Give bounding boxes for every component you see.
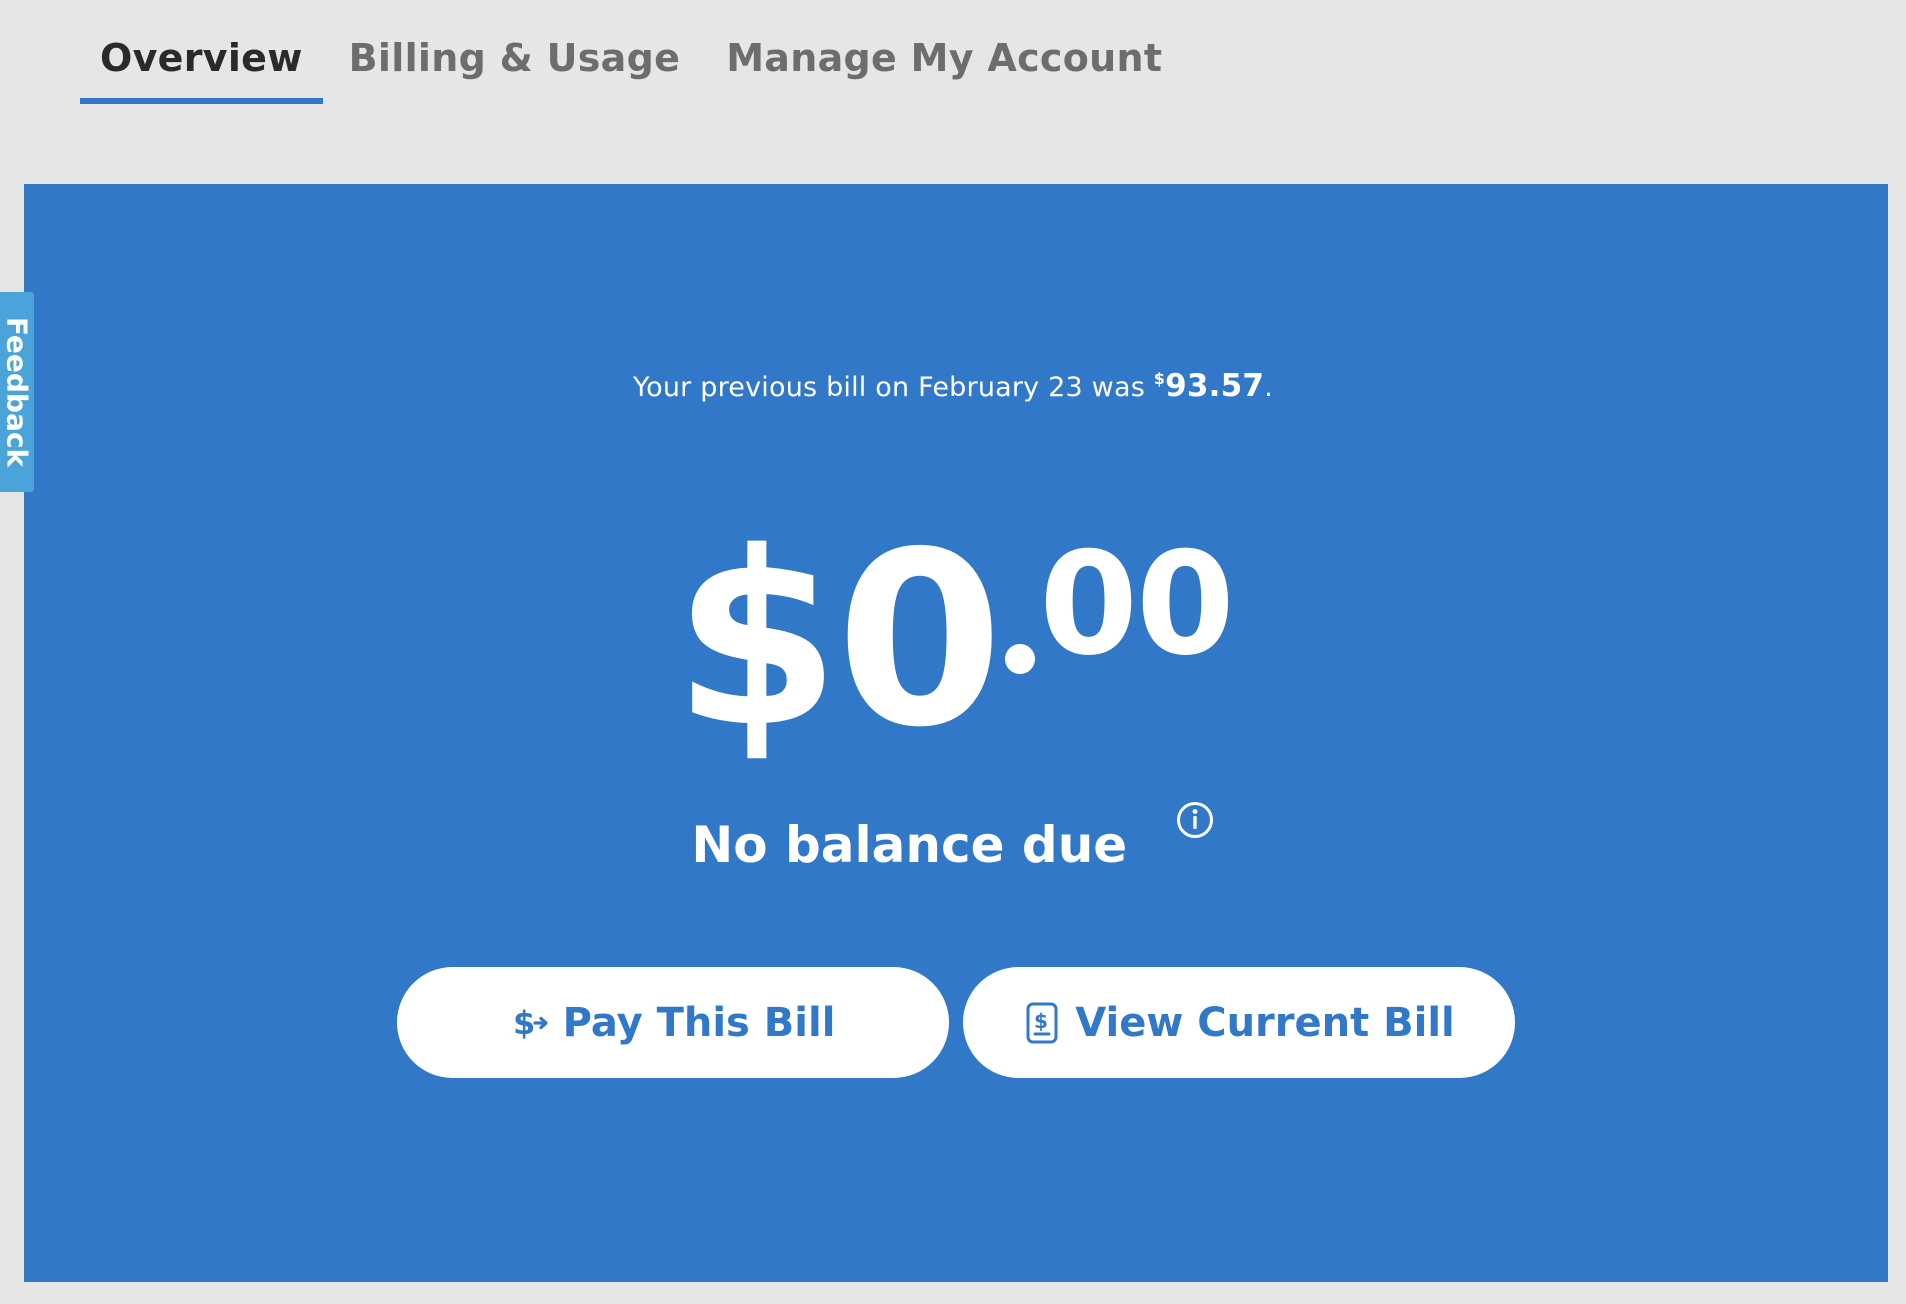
pay-this-bill-button[interactable]: $ Pay This Bill bbox=[397, 967, 949, 1078]
view-current-bill-label: View Current Bill bbox=[1075, 999, 1455, 1046]
svg-text:$: $ bbox=[513, 1004, 535, 1042]
pay-this-bill-label: Pay This Bill bbox=[562, 999, 836, 1046]
previous-bill-text: Your previous bill on February 23 was $9… bbox=[0, 368, 1906, 404]
decimal-point bbox=[1005, 644, 1036, 674]
svg-text:$: $ bbox=[1034, 1009, 1048, 1033]
tab-manage-my-account[interactable]: Manage My Account bbox=[706, 0, 1182, 104]
previous-bill-prefix: Your previous bill on February 23 was bbox=[633, 372, 1154, 403]
balance-status-text: No balance due bbox=[691, 816, 1128, 874]
previous-bill-suffix: . bbox=[1264, 372, 1273, 403]
tab-overview[interactable]: Overview bbox=[80, 0, 323, 104]
balance-amount: $0 00 bbox=[0, 520, 1906, 780]
dollar-transfer-icon: $ bbox=[513, 1004, 548, 1042]
previous-bill-amount: 93.57 bbox=[1165, 368, 1265, 404]
previous-bill-currency: $ bbox=[1153, 369, 1166, 388]
account-tabs: Overview Billing & Usage Manage My Accou… bbox=[80, 0, 1188, 104]
info-icon[interactable] bbox=[1175, 800, 1215, 840]
balance-whole: $0 bbox=[673, 500, 1003, 780]
balance-cents: 00 bbox=[1039, 522, 1235, 687]
tab-billing-usage[interactable]: Billing & Usage bbox=[329, 0, 701, 104]
balance-status: No balance due bbox=[0, 800, 1906, 874]
bill-document-icon: $ bbox=[1026, 1002, 1058, 1043]
view-current-bill-button[interactable]: $ View Current Bill bbox=[963, 967, 1515, 1078]
